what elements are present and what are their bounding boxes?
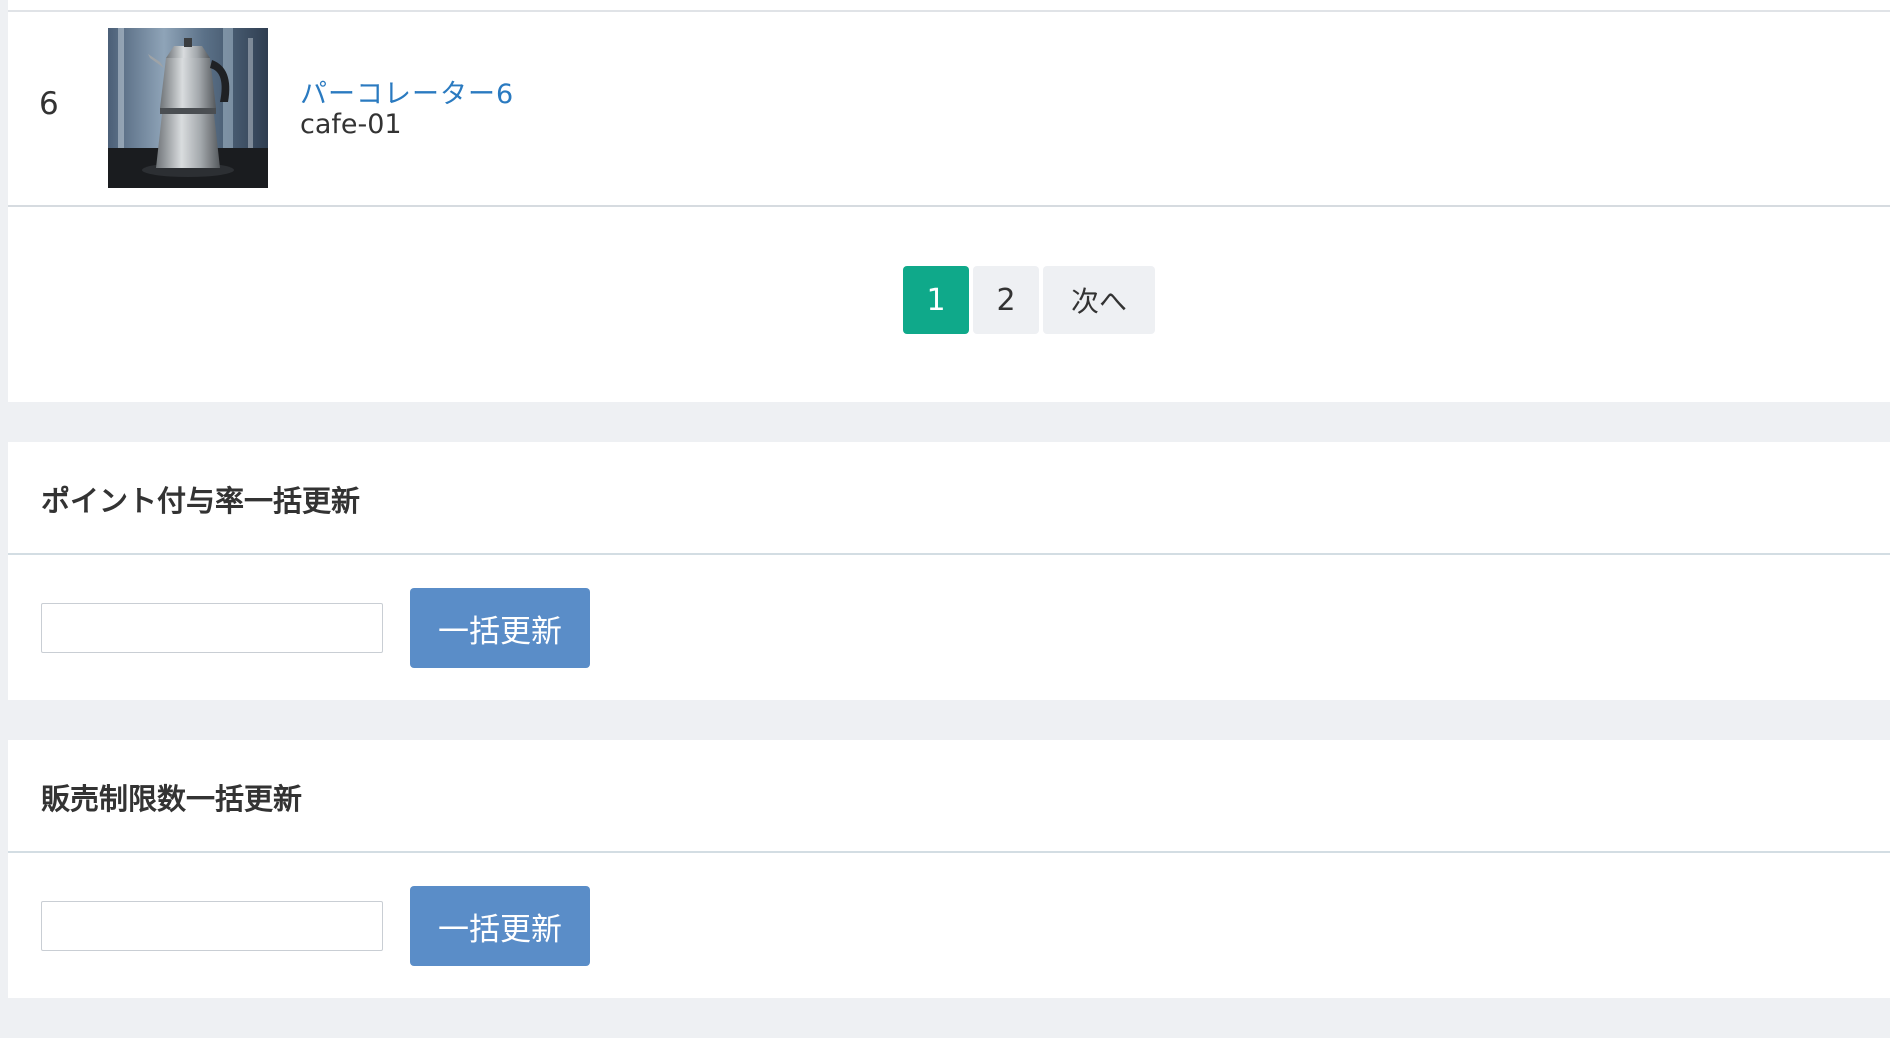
- product-code: cafe-01: [300, 109, 402, 140]
- next-page-button[interactable]: 次へ: [1043, 266, 1155, 334]
- point-rate-update-button[interactable]: 一括更新: [410, 588, 590, 668]
- percolator-photo-icon: [108, 28, 268, 188]
- panel-divider: [8, 553, 1890, 555]
- sales-limit-update-title: 販売制限数一括更新: [41, 782, 303, 816]
- page-2-button[interactable]: 2: [973, 266, 1039, 334]
- row-number: 6: [39, 86, 59, 122]
- product-list-card: 6 パーコレーター6 cafe-01 1 2 次へ: [8, 0, 1890, 402]
- sales-limit-input[interactable]: [41, 901, 383, 951]
- table-row: 6 パーコレーター6 cafe-01: [8, 12, 1890, 207]
- sales-limit-update-button[interactable]: 一括更新: [410, 886, 590, 966]
- panel-divider: [8, 851, 1890, 853]
- page-1-button[interactable]: 1: [903, 266, 969, 334]
- point-rate-input[interactable]: [41, 603, 383, 653]
- pagination: 1 2 次へ: [903, 266, 1155, 334]
- point-rate-update-panel: ポイント付与率一括更新 一括更新: [8, 442, 1890, 700]
- point-rate-update-title: ポイント付与率一括更新: [41, 484, 361, 518]
- product-thumbnail[interactable]: [108, 28, 268, 188]
- sales-limit-update-panel: 販売制限数一括更新 一括更新: [8, 740, 1890, 998]
- product-name-link[interactable]: パーコレーター6: [300, 72, 514, 111]
